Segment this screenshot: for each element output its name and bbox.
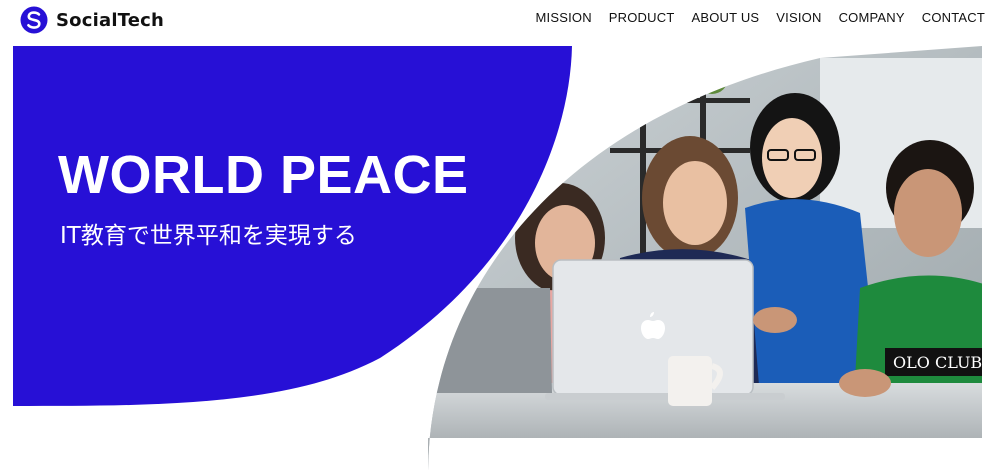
- main-nav: MISSION PRODUCT ABOUT US VISION COMPANY …: [535, 10, 985, 25]
- hero-section: OLO CLUB WORLD PEACE IT教育で世界平和を実現する: [0, 38, 995, 471]
- nav-item-company[interactable]: COMPANY: [839, 10, 905, 25]
- hero-title: WORLD PEACE: [58, 145, 469, 205]
- site-header: SocialTech MISSION PRODUCT ABOUT US VISI…: [0, 0, 995, 38]
- brand-name: SocialTech: [56, 9, 165, 31]
- hero-subtitle: IT教育で世界平和を実現する: [60, 223, 357, 249]
- nav-item-product[interactable]: PRODUCT: [609, 10, 675, 25]
- nav-item-mission[interactable]: MISSION: [535, 10, 591, 25]
- hero-artwork: OLO CLUB: [13, 46, 982, 471]
- nav-item-vision[interactable]: VISION: [776, 10, 821, 25]
- svg-text:OLO CLUB: OLO CLUB: [893, 353, 982, 372]
- s-circle-logo-icon: [20, 6, 48, 34]
- nav-item-about-us[interactable]: ABOUT US: [691, 10, 759, 25]
- brand-logo[interactable]: SocialTech: [20, 6, 164, 34]
- nav-item-contact[interactable]: CONTACT: [922, 10, 985, 25]
